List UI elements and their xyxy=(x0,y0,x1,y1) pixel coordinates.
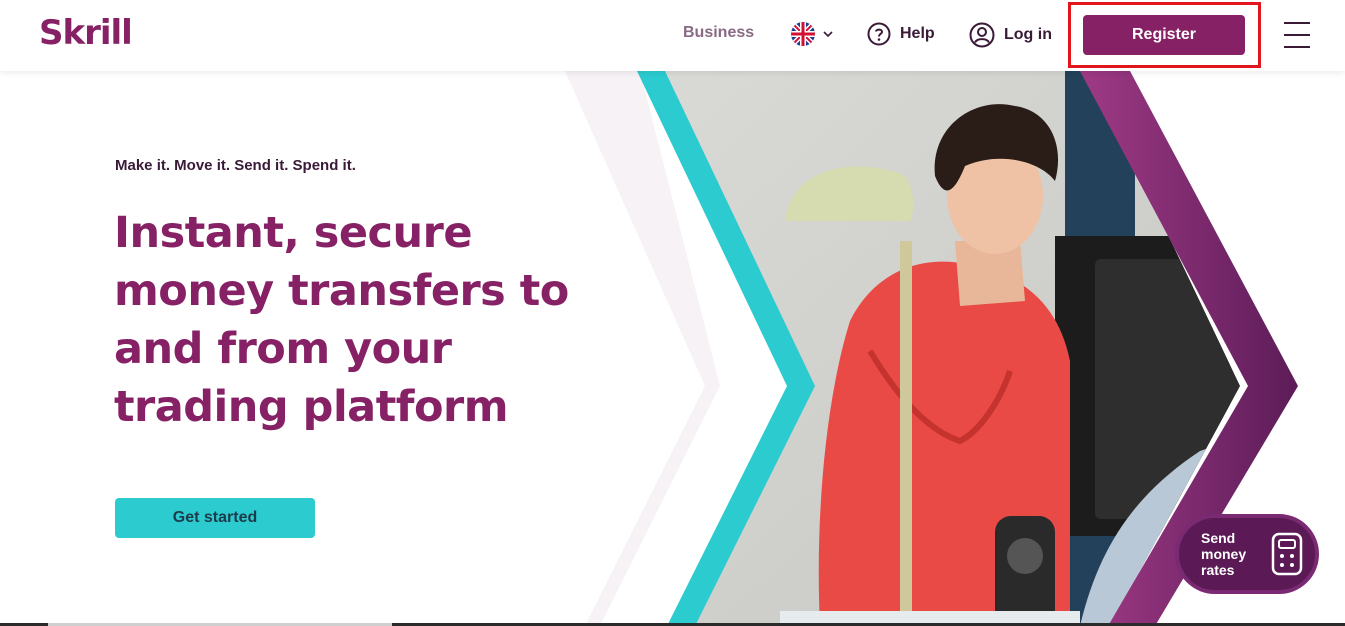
login-link[interactable]: Log in xyxy=(969,22,1052,48)
calculator-icon xyxy=(1271,532,1303,576)
language-selector[interactable] xyxy=(791,22,833,46)
rates-label: Send money rates xyxy=(1201,530,1247,578)
hero-tagline: Make it. Move it. Send it. Spend it. xyxy=(115,157,356,174)
help-icon xyxy=(867,22,891,46)
hero-headline: Instant, secure money transfers to and f… xyxy=(114,208,569,432)
hamburger-menu-icon[interactable] xyxy=(1284,22,1310,48)
register-highlight: Register xyxy=(1068,2,1261,68)
site-header: Skrill Business Help Log in Register xyxy=(0,0,1345,71)
help-label: Help xyxy=(900,25,935,42)
user-icon xyxy=(969,22,995,48)
uk-flag-icon xyxy=(791,22,815,46)
get-started-button[interactable]: Get started xyxy=(115,498,315,538)
chevron-down-icon xyxy=(823,31,833,38)
send-money-rates-button[interactable]: Send money rates xyxy=(1175,514,1319,594)
login-label: Log in xyxy=(1004,26,1052,43)
business-link[interactable]: Business xyxy=(683,24,754,42)
skrill-logo[interactable]: Skrill xyxy=(39,13,133,53)
register-button[interactable]: Register xyxy=(1083,15,1245,55)
help-link[interactable]: Help xyxy=(867,22,935,46)
